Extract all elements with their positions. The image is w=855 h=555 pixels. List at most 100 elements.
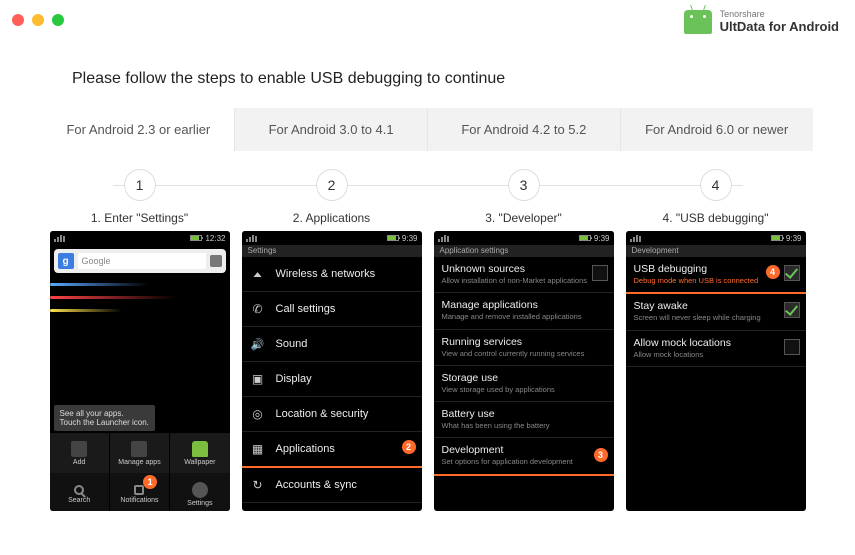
row-accounts[interactable]: Accounts & sync (242, 468, 422, 503)
google-icon: g (58, 253, 74, 269)
tab-android-23[interactable]: For Android 2.3 or earlier (43, 108, 236, 151)
mic-icon[interactable] (210, 255, 222, 267)
sound-icon (250, 336, 266, 352)
screen-header: Application settings (434, 245, 614, 257)
step-4-title: 4. "USB debugging" (663, 211, 769, 225)
widget-wallpaper[interactable]: Wallpaper (170, 433, 229, 473)
launcher-settings[interactable]: Settings (170, 473, 229, 511)
apps-icon (131, 441, 147, 457)
close-icon[interactable] (12, 14, 24, 26)
location-icon (250, 406, 266, 422)
gear-icon (192, 482, 208, 498)
clock: 9:39 (786, 234, 802, 243)
checkbox-icon[interactable] (784, 302, 800, 318)
settings-list: Wireless & networks Call settings Sound … (242, 257, 422, 503)
search-input[interactable]: Google (78, 253, 206, 269)
battery-icon (190, 235, 202, 241)
step-badge-4: 4 (766, 265, 780, 279)
row-location[interactable]: Location & security (242, 397, 422, 432)
launcher-row: Search Notifications 1 Settings (50, 473, 230, 511)
row-display[interactable]: Display (242, 362, 422, 397)
phone-icon (250, 301, 266, 317)
screen-header: Settings (242, 245, 422, 257)
row-development[interactable]: Development Set options for application … (434, 438, 614, 475)
zoom-icon[interactable] (52, 14, 64, 26)
row-running-services[interactable]: Running services View and control curren… (434, 330, 614, 366)
wallpaper (50, 283, 230, 312)
row-applications[interactable]: Applications 2 (242, 432, 422, 468)
droid-icon (192, 441, 208, 457)
screen-header: Development (626, 245, 806, 257)
signal-icon (438, 235, 449, 242)
step-1-number: 1 (124, 169, 156, 201)
steps-row: 1 1. Enter "Settings" 12:32 g Google (43, 169, 813, 511)
clock: 9:39 (402, 234, 418, 243)
launcher-notifications[interactable]: Notifications 1 (110, 473, 170, 511)
step-3-number: 3 (508, 169, 540, 201)
widget-manage-apps[interactable]: Manage apps (110, 433, 170, 473)
search-widget[interactable]: g Google (54, 249, 226, 273)
step-badge-1: 1 (143, 475, 157, 489)
brand: Tenorshare UltData for Android (684, 10, 839, 34)
phone-1: 12:32 g Google See all your apps. Touch … (50, 231, 230, 511)
checkbox-icon[interactable] (784, 265, 800, 281)
checkbox-icon[interactable] (784, 339, 800, 355)
row-call[interactable]: Call settings (242, 292, 422, 327)
checkbox-icon[interactable] (592, 265, 608, 281)
phone-3: 9:39 Application settings Unknown source… (434, 231, 614, 511)
status-bar: 9:39 (626, 231, 806, 245)
row-stay-awake[interactable]: Stay awake Screen will never sleep while… (626, 294, 806, 330)
step-badge-3: 3 (594, 448, 608, 462)
row-wireless[interactable]: Wireless & networks (242, 257, 422, 292)
status-bar: 9:39 (242, 231, 422, 245)
battery-icon (579, 235, 591, 241)
step-4: 4 4. "USB debugging" 9:39 Development US… (626, 169, 806, 511)
titlebar: Tenorshare UltData for Android (0, 0, 855, 40)
status-bar: 9:39 (434, 231, 614, 245)
launcher-search[interactable]: Search (50, 473, 110, 511)
step-4-number: 4 (700, 169, 732, 201)
display-icon (250, 371, 266, 387)
step-2-title: 2. Applications (293, 211, 370, 225)
widget-add[interactable]: Add (50, 433, 110, 473)
step-2-number: 2 (316, 169, 348, 201)
step-1: 1 1. Enter "Settings" 12:32 g Google (50, 169, 230, 511)
development-list: USB debugging Debug mode when USB is con… (626, 257, 806, 367)
tab-android-60[interactable]: For Android 6.0 or newer (621, 108, 813, 151)
tab-android-30-41[interactable]: For Android 3.0 to 4.1 (235, 108, 428, 151)
page-instruction: Please follow the steps to enable USB de… (0, 40, 855, 108)
sync-icon (250, 477, 266, 493)
brand-product: UltData for Android (720, 20, 839, 34)
flag-icon (134, 485, 144, 495)
row-mock-locations[interactable]: Allow mock locations Allow mock location… (626, 331, 806, 367)
step-3: 3 3. "Developer" 9:39 Application settin… (434, 169, 614, 511)
plus-icon (71, 441, 87, 457)
tab-android-42-52[interactable]: For Android 4.2 to 5.2 (428, 108, 621, 151)
version-tabs: For Android 2.3 or earlier For Android 3… (43, 108, 813, 151)
step-badge-2: 2 (402, 440, 416, 454)
status-bar: 12:32 (50, 231, 230, 245)
phone-4: 9:39 Development USB debugging Debug mod… (626, 231, 806, 511)
window-controls (12, 14, 64, 26)
row-battery-use[interactable]: Battery use What has been using the batt… (434, 402, 614, 438)
signal-icon (630, 235, 641, 242)
search-icon (74, 485, 84, 495)
widget-row: Add Manage apps Wallpaper (50, 433, 230, 473)
signal-icon (246, 235, 257, 242)
minimize-icon[interactable] (32, 14, 44, 26)
step-1-title: 1. Enter "Settings" (91, 211, 188, 225)
step-2: 2 2. Applications 9:39 Settings Wireless… (242, 169, 422, 511)
row-sound[interactable]: Sound (242, 327, 422, 362)
app-settings-list: Unknown sources Allow installation of no… (434, 257, 614, 476)
battery-icon (387, 235, 399, 241)
home-screen: g Google See all your apps. Touch the La… (50, 249, 230, 511)
step-3-title: 3. "Developer" (485, 211, 562, 225)
app-logo-icon (684, 10, 712, 34)
row-unknown-sources[interactable]: Unknown sources Allow installation of no… (434, 257, 614, 293)
phone-2: 9:39 Settings Wireless & networks Call s… (242, 231, 422, 511)
clock: 9:39 (594, 234, 610, 243)
wifi-icon (250, 266, 266, 282)
row-manage-apps[interactable]: Manage applications Manage and remove in… (434, 293, 614, 329)
row-storage-use[interactable]: Storage use View storage used by applica… (434, 366, 614, 402)
row-usb-debugging[interactable]: USB debugging Debug mode when USB is con… (626, 257, 806, 294)
